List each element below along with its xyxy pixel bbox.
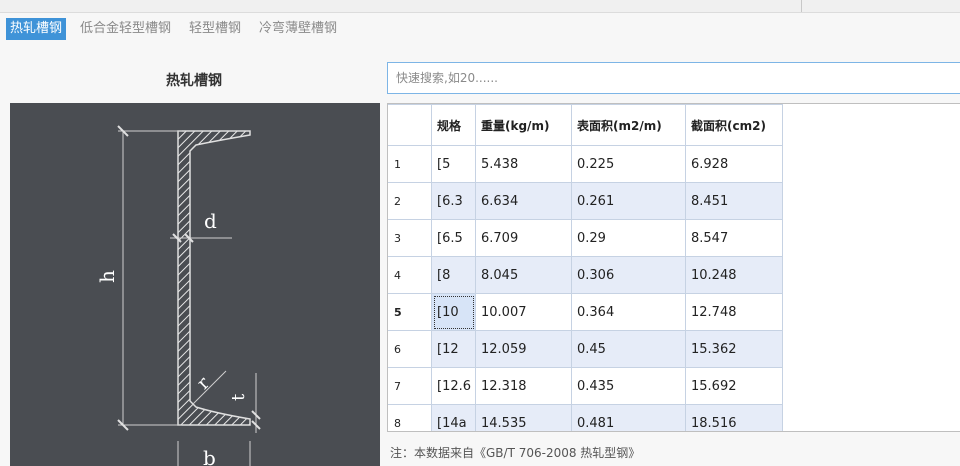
header-section-area[interactable]: 截面积(cm2): [685, 104, 783, 146]
table-row[interactable]: 7 [12.6 12.318 0.435 15.692: [388, 367, 783, 405]
tab-cold-formed-thin-channel[interactable]: 冷弯薄壁槽钢: [255, 18, 341, 40]
header-spec[interactable]: 规格: [431, 104, 476, 146]
row-index: 7: [388, 367, 432, 405]
channel-section-diagram: h d r t b: [10, 103, 380, 466]
category-tabs: 热轧槽钢 低合金轻型槽钢 轻型槽钢 冷弯薄壁槽钢: [6, 18, 351, 40]
table-row[interactable]: 4 [8 8.045 0.306 10.248: [388, 256, 783, 294]
window-top-strip: [0, 0, 960, 13]
cell-section-area[interactable]: 15.362: [685, 330, 783, 368]
table-row[interactable]: 8 [14a 14.535 0.481 18.516: [388, 404, 783, 431]
search-input[interactable]: [388, 63, 960, 93]
header-index: [388, 104, 432, 146]
table-header-row: 规格 重量(kg/m) 表面积(m2/m) 截面积(cm2): [388, 104, 783, 146]
cell-spec[interactable]: [8: [431, 256, 476, 294]
cell-spec-selected[interactable]: [10: [431, 293, 476, 331]
cell-spec[interactable]: [6.5: [431, 219, 476, 257]
cell-section-area[interactable]: 12.748: [685, 293, 783, 331]
table-row[interactable]: 3 [6.5 6.709 0.29 8.547: [388, 219, 783, 257]
row-index: 4: [388, 256, 432, 294]
row-index: 8: [388, 404, 432, 431]
cell-section-area[interactable]: 8.451: [685, 182, 783, 220]
cell-section-area[interactable]: 6.928: [685, 145, 783, 183]
cell-section-area[interactable]: 10.248: [685, 256, 783, 294]
cell-surface-area[interactable]: 0.29: [571, 219, 686, 257]
cell-weight[interactable]: 12.059: [475, 330, 572, 368]
table-row[interactable]: 1 [5 5.438 0.225 6.928: [388, 145, 783, 183]
label-b: b: [203, 446, 216, 466]
row-index: 6: [388, 330, 432, 368]
tab-light-channel[interactable]: 轻型槽钢: [185, 18, 245, 40]
cell-section-area[interactable]: 18.516: [685, 404, 783, 431]
cell-weight[interactable]: 6.709: [475, 219, 572, 257]
table-row-selected[interactable]: 5 [10 10.007 0.364 12.748: [388, 293, 783, 331]
cell-spec[interactable]: [6.3: [431, 182, 476, 220]
row-index: 3: [388, 219, 432, 257]
label-t: t: [228, 393, 249, 401]
cell-surface-area[interactable]: 0.435: [571, 367, 686, 405]
search-box[interactable]: [387, 62, 960, 94]
section-title: 热轧槽钢: [166, 73, 222, 89]
row-index: 5: [388, 293, 432, 331]
header-weight[interactable]: 重量(kg/m): [475, 104, 572, 146]
cell-spec[interactable]: [5: [431, 145, 476, 183]
spec-table: 规格 重量(kg/m) 表面积(m2/m) 截面积(cm2) 1 [5 5.43…: [388, 104, 783, 431]
cell-spec[interactable]: [12: [431, 330, 476, 368]
spec-table-container[interactable]: 规格 重量(kg/m) 表面积(m2/m) 截面积(cm2) 1 [5 5.43…: [387, 103, 960, 432]
cell-surface-area[interactable]: 0.481: [571, 404, 686, 431]
cell-surface-area[interactable]: 0.306: [571, 256, 686, 294]
cell-surface-area[interactable]: 0.225: [571, 145, 686, 183]
tab-hot-rolled-channel[interactable]: 热轧槽钢: [6, 18, 67, 40]
cell-surface-area[interactable]: 0.364: [571, 293, 686, 331]
header-surface-area[interactable]: 表面积(m2/m): [571, 104, 686, 146]
channel-profile-shape: [177, 130, 251, 426]
cell-weight[interactable]: 6.634: [475, 182, 572, 220]
cell-section-area[interactable]: 8.547: [685, 219, 783, 257]
cell-weight[interactable]: 10.007: [475, 293, 572, 331]
cell-weight[interactable]: 14.535: [475, 404, 572, 431]
data-source-note: 注：本数据来自《GB/T 706-2008 热轧型钢》: [390, 446, 641, 460]
top-divider: [801, 0, 802, 12]
cell-weight[interactable]: 12.318: [475, 367, 572, 405]
cell-section-area[interactable]: 15.692: [685, 367, 783, 405]
cell-weight[interactable]: 5.438: [475, 145, 572, 183]
label-d: d: [204, 209, 217, 233]
tab-low-alloy-light-channel[interactable]: 低合金轻型槽钢: [76, 18, 175, 40]
cell-spec[interactable]: [12.6: [431, 367, 476, 405]
cell-surface-area[interactable]: 0.261: [571, 182, 686, 220]
table-row[interactable]: 6 [12 12.059 0.45 15.362: [388, 330, 783, 368]
cell-spec[interactable]: [14a: [431, 404, 476, 431]
row-index: 1: [388, 145, 432, 183]
cell-surface-area[interactable]: 0.45: [571, 330, 686, 368]
table-row[interactable]: 2 [6.3 6.634 0.261 8.451: [388, 182, 783, 220]
label-r: r: [193, 373, 214, 394]
label-h: h: [95, 270, 119, 283]
row-index: 2: [388, 182, 432, 220]
cell-weight[interactable]: 8.045: [475, 256, 572, 294]
